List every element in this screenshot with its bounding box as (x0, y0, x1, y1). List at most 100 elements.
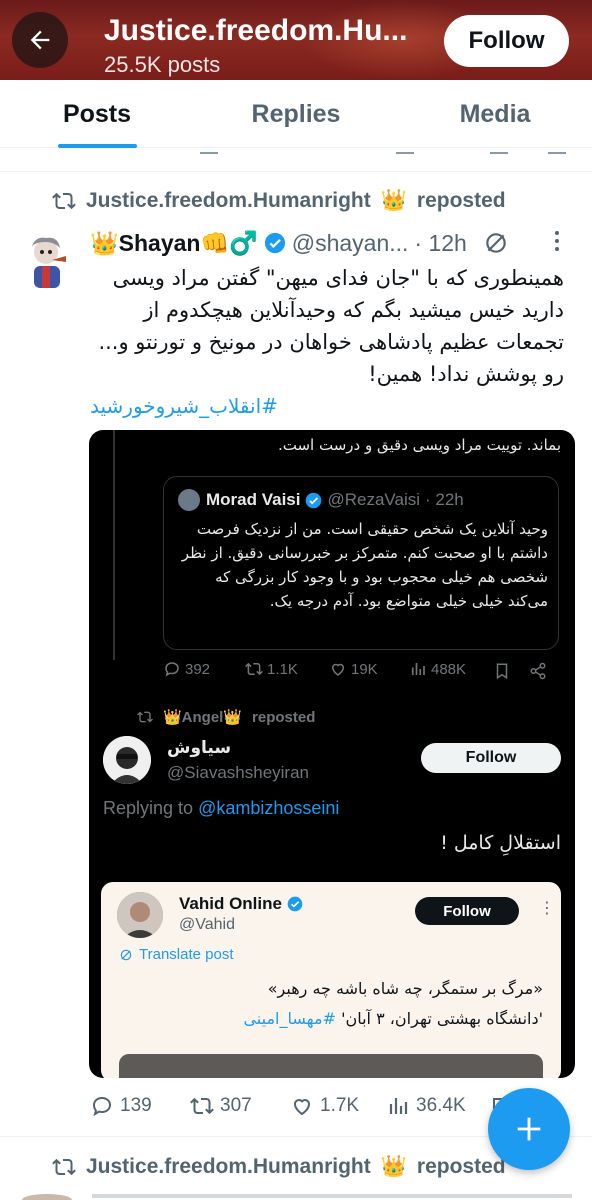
embed-repost-suffix: reposted (252, 708, 316, 726)
grok-icon[interactable] (483, 230, 509, 256)
embed-pre-text: بماند. توییت مراد ویسی دقیق و درست است. (277, 436, 561, 454)
replying-mention: @kambizhosseini (198, 798, 340, 818)
verified-badge-icon (287, 896, 303, 912)
replying-prefix: Replying to (103, 798, 194, 818)
embed-view-count: 488K (409, 660, 466, 678)
inner-more-icon: ⋮ (539, 900, 555, 917)
embed-repost-indicator: 👑Angel👑 reposted (137, 708, 315, 726)
arrow-left-icon (30, 30, 50, 50)
quoted-time: · 22h (425, 490, 464, 509)
embed-replies-value: 392 (185, 660, 211, 678)
more-options-icon[interactable] (554, 230, 560, 257)
tweet-text: همینطوری که با "جان فدای میهن" گفتن مراد… (98, 266, 564, 386)
inner-line-2: 'دانشگاه بهشتی تهران، ۳ آبان' #مهسا_امین… (119, 1004, 543, 1034)
inner-author-row: Vahid Online (179, 894, 303, 914)
previous-tweet-actions (0, 148, 592, 172)
tweet-media-screenshot[interactable]: بماند. توییت مراد ویسی دقیق و درست است. … (89, 430, 575, 1078)
repost-icon (245, 662, 263, 676)
heart-icon (331, 663, 345, 676)
cartoon-avatar-icon (32, 237, 66, 288)
repost-indicator[interactable]: Justice.freedom.Humanright 👑 reposted (52, 186, 506, 216)
reply-icon (92, 1096, 112, 1117)
embed-views-value: 488K (431, 660, 467, 678)
inner-follow-button: Follow (415, 897, 519, 925)
reply-button[interactable]: 139 (90, 1094, 152, 1118)
profile-title: Justice.freedom.Hu... (104, 14, 408, 47)
quoted-handle: @RezaVaisi (327, 490, 421, 509)
back-button[interactable] (12, 12, 68, 68)
tweet-action-bar: 139 307 1.7K 36.4K (90, 1094, 510, 1122)
profile-tabs: Posts Replies Media (0, 80, 592, 148)
plus-icon (517, 1117, 541, 1141)
avatar[interactable] (22, 232, 74, 290)
post-count: 25.5K posts (104, 52, 221, 77)
inner-line-1: «مرگ بر ستمگر، چه شاه باشه چه رهبر» (267, 979, 543, 998)
inner-handle: @Vahid (179, 916, 235, 933)
embed-reply-text: استقلالِ کامل ! (440, 832, 561, 854)
embed-user-handle: @Siavashsheyiran (167, 763, 309, 782)
tab-replies[interactable]: Replies (230, 80, 362, 148)
replying-to: Replying to @kambizhosseini (103, 798, 339, 819)
replies-value: 139 (120, 1095, 152, 1116)
inner-quoted-card: Vahid Online @Vahid Follow ⋮ Translate p… (101, 882, 561, 1078)
repost-icon (52, 1158, 76, 1176)
embed-reply-count: 392 (163, 660, 210, 678)
user-avatar-icon (103, 736, 151, 784)
inner-hashtag: #مهسا_امینی (243, 1009, 336, 1028)
embed-user-avatar (103, 736, 151, 784)
views-value: 36.4K (416, 1095, 466, 1116)
user-avatar-icon (117, 892, 163, 938)
tab-media[interactable]: Media (440, 80, 550, 148)
quoted-text: وحید آنلاین یک شخص حقیقی است. من از نزدی… (181, 520, 548, 610)
verified-badge-icon (264, 232, 285, 254)
reposts-value: 307 (220, 1095, 252, 1116)
translate-post: Translate post (119, 946, 234, 963)
likes-value: 1.7K (320, 1095, 360, 1116)
verified-badge-icon (306, 492, 322, 508)
embed-reposts-value: 1.1K (267, 660, 298, 678)
embed-likes-value: 19K (351, 660, 378, 678)
follow-button[interactable]: Follow (444, 15, 569, 67)
embed-repost-user: 👑Angel👑 (163, 709, 243, 726)
translate-label: Translate post (139, 946, 234, 963)
repost-icon (52, 192, 76, 210)
repost-button[interactable]: 307 (190, 1094, 252, 1118)
next-repost-user: Justice.freedom.Humanright (86, 1155, 371, 1178)
author-handle[interactable]: @shayan... (292, 230, 409, 257)
repost-user: Justice.freedom.Humanright (86, 189, 371, 212)
repost-icon (190, 1097, 214, 1115)
inner-text: «مرگ بر ستمگر، چه شاه باشه چه رهبر» 'دان… (119, 974, 543, 1034)
translate-icon (120, 949, 132, 960)
embed-action-bar: 392 1.1K 19K 488K (163, 660, 563, 684)
heart-icon (293, 1099, 311, 1116)
embed-follow-button: Follow (421, 743, 561, 773)
inner-line-2-prefix: 'دانشگاه بهشتی تهران، ۳ آبان' (341, 1009, 543, 1028)
repost-icon (137, 711, 153, 723)
quoted-avatar (178, 489, 200, 511)
share-icon (530, 662, 546, 680)
author-name[interactable]: 👑Shayan👊♂️ (90, 230, 258, 257)
tweet-time[interactable]: · 12h (414, 230, 466, 257)
next-repost-indicator[interactable]: Justice.freedom.Humanright 👑 reposted (52, 1152, 506, 1182)
embed-like-count: 19K (329, 660, 378, 678)
compose-button[interactable] (488, 1088, 570, 1170)
crown-emoji: 👑 (380, 189, 407, 212)
hashtag-link[interactable]: #انقلاب_شیروخورشید (90, 394, 300, 418)
inner-avatar (117, 892, 163, 938)
quoted-tweet: Morad Vaisi @RezaVaisi · 22h وحید آنلاین… (163, 476, 559, 650)
like-button[interactable]: 1.7K (290, 1094, 359, 1118)
embed-repost-count: 1.1K (245, 660, 298, 678)
tab-posts[interactable]: Posts (40, 80, 154, 148)
views-icon (411, 663, 425, 675)
next-tweet-preview (22, 1194, 582, 1200)
thread-line (113, 430, 115, 660)
quoted-name: Morad Vaisi (206, 490, 301, 509)
embed-user-name: سیاوش (167, 738, 232, 758)
views-button[interactable]: 36.4K (386, 1094, 466, 1118)
crown-emoji: 👑 (380, 1155, 407, 1178)
inner-media-preview (119, 1054, 543, 1078)
tweet-author-row: 👑Shayan👊♂️ @shayan... · 12h (90, 226, 580, 260)
inner-name: Vahid Online (179, 894, 282, 913)
reply-icon (165, 662, 179, 677)
repost-suffix: reposted (416, 189, 506, 212)
